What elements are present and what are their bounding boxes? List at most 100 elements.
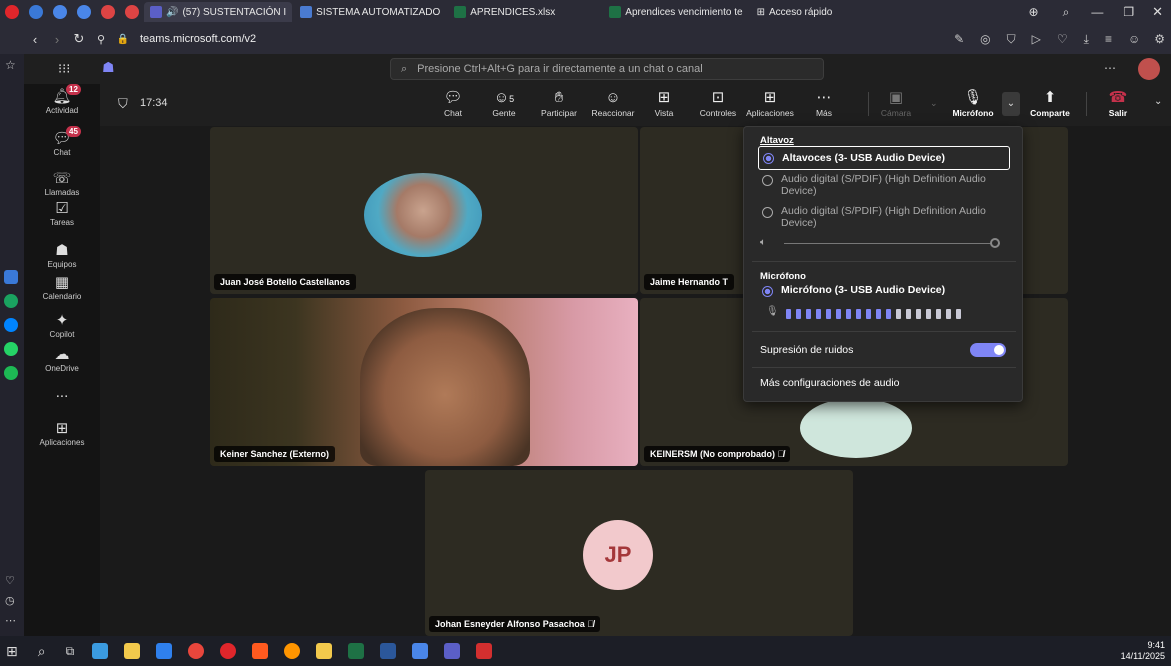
edit-icon[interactable]: ✎ bbox=[954, 32, 964, 46]
mic-options-chevron-icon[interactable]: ⌄ bbox=[1002, 92, 1020, 116]
star-icon[interactable]: ☆ bbox=[5, 58, 16, 72]
task-view-icon[interactable]: ⧉ bbox=[66, 644, 75, 659]
leave-button[interactable]: ☎︎ Salir bbox=[1098, 88, 1138, 118]
chrome-icon[interactable] bbox=[188, 643, 205, 659]
brave-icon[interactable] bbox=[252, 643, 269, 659]
more-options-icon[interactable]: ⋯ bbox=[1104, 61, 1116, 75]
mic-button[interactable]: 🎙︎ Micrófono bbox=[948, 88, 998, 118]
speaker-option-usb[interactable]: Altavoces (3- USB Audio Device) bbox=[758, 146, 1010, 170]
url-field[interactable]: teams.microsoft.com/v2 bbox=[140, 33, 256, 45]
chatgpt-icon[interactable] bbox=[4, 294, 18, 308]
speaker-option-spdif-2[interactable]: Audio digital (S/PDIF) (High Definition … bbox=[758, 205, 1010, 229]
download-icon[interactable]: ⤓ bbox=[1084, 32, 1089, 47]
speaker-option-spdif-1[interactable]: Audio digital (S/PDIF) (High Definition … bbox=[758, 173, 1010, 197]
security-icon[interactable]: ⚲ bbox=[90, 33, 112, 46]
minimize-icon[interactable]: — bbox=[1091, 5, 1103, 19]
rail-item-copilot[interactable]: ✦ Copilot bbox=[24, 312, 100, 339]
rail-item-[interactable]: ... bbox=[24, 384, 100, 402]
mic-level-bar bbox=[916, 309, 921, 319]
reload-icon[interactable]: ↻ bbox=[68, 31, 90, 47]
teams-icon[interactable] bbox=[444, 643, 461, 659]
forward-icon[interactable]: › bbox=[46, 32, 68, 47]
gmail-icon[interactable] bbox=[125, 5, 139, 19]
search-tabs-icon[interactable]: ⌕ bbox=[1063, 5, 1070, 20]
share-button[interactable]: ⬆︎ Comparte bbox=[1024, 88, 1076, 118]
camera-snap-icon[interactable]: ◎ bbox=[980, 32, 990, 46]
camera-button[interactable]: ▣ Cámara bbox=[880, 88, 912, 118]
people-button[interactable]: ☺5 Gente bbox=[486, 88, 522, 118]
workspace-icon[interactable] bbox=[29, 5, 43, 19]
store-icon[interactable] bbox=[124, 643, 141, 659]
view-button[interactable]: ⊞ Vista bbox=[650, 88, 678, 118]
participant-tile[interactable]: JP Johan Esneyder Alfonso Pasachoa 🎙̸ bbox=[425, 470, 853, 636]
participant-tile[interactable]: Keiner Sanchez (Externo) bbox=[210, 298, 638, 466]
rail-item-llamadas[interactable]: ☏ Llamadas bbox=[24, 170, 100, 197]
rail-item-equipos[interactable]: ☗ Equipos bbox=[24, 242, 100, 269]
rail-item-calendario[interactable]: ▦ Calendario bbox=[24, 274, 100, 301]
chevron-down-icon[interactable]: ⌄ bbox=[930, 98, 938, 109]
tasks-icon: ☑ bbox=[55, 200, 69, 217]
messenger-icon[interactable] bbox=[4, 318, 18, 332]
easy-setup-icon[interactable]: ≡ bbox=[1105, 32, 1112, 46]
gmail-icon[interactable] bbox=[101, 5, 115, 19]
extensions-icon[interactable]: ⚙ bbox=[1154, 32, 1165, 46]
shield-icon[interactable]: ⛉ bbox=[1007, 32, 1016, 47]
more-icon[interactable]: ⋯ bbox=[5, 614, 16, 627]
excel-icon[interactable] bbox=[348, 643, 365, 659]
opera-logo-icon[interactable] bbox=[5, 5, 19, 19]
avatar[interactable] bbox=[1138, 58, 1160, 80]
tab-acceso-rapido[interactable]: ⊞ Acceso rápido bbox=[751, 2, 839, 22]
history-icon[interactable]: ◷ bbox=[5, 594, 15, 607]
acrobat-icon[interactable] bbox=[476, 643, 493, 659]
tab-sistema[interactable]: SISTEMA AUTOMATIZADO bbox=[294, 2, 446, 22]
lock-icon: 🔒 bbox=[116, 33, 130, 45]
whatsapp-icon[interactable] bbox=[4, 342, 18, 356]
profile-icon[interactable]: ☺ bbox=[1128, 32, 1140, 46]
rail-item-chat[interactable]: 💬︎ 45 Chat bbox=[24, 126, 100, 157]
mic-option-usb[interactable]: Micrófono (3- USB Audio Device) bbox=[758, 284, 1010, 297]
search-input[interactable]: ⌕ Presione Ctrl+Alt+G para ir directamen… bbox=[390, 58, 824, 80]
rail-item-aplicaciones[interactable]: ⊞ Aplicaciones bbox=[24, 420, 100, 447]
maps-icon[interactable] bbox=[156, 643, 173, 659]
volume-slider[interactable] bbox=[784, 243, 1000, 244]
aria-icon[interactable] bbox=[4, 270, 18, 284]
new-tab-icon[interactable]: ⊕ bbox=[1029, 5, 1039, 19]
controls-button[interactable]: ⊡ Controles bbox=[696, 88, 740, 118]
windows-start-icon[interactable]: ⊞ bbox=[6, 643, 18, 660]
word-icon[interactable] bbox=[380, 643, 397, 659]
noise-suppression-toggle[interactable] bbox=[970, 343, 1006, 357]
clock[interactable]: 9:41 14/11/2025 bbox=[1121, 640, 1165, 662]
more-audio-settings-link[interactable]: Más configuraciones de audio bbox=[760, 377, 900, 389]
heart-icon[interactable]: ♡ bbox=[1057, 32, 1068, 46]
address-bar: ‹ › ↻ ⚲ 🔒 teams.microsoft.com/v2 ✎ ◎ ⛉ ▷… bbox=[0, 24, 1171, 54]
chat-button[interactable]: 💬︎ Chat bbox=[438, 88, 468, 118]
leave-options-chevron-icon[interactable]: ⌄ bbox=[1154, 96, 1162, 107]
opera-icon[interactable] bbox=[220, 643, 237, 659]
more-button[interactable]: ⋯ Más bbox=[812, 88, 836, 118]
tab-sustentacion[interactable]: 🔊 (57) SUSTENTACIÓN I bbox=[144, 2, 293, 22]
react-button[interactable]: ☺ Reaccionar bbox=[588, 88, 638, 118]
rail-item-onedrive[interactable]: ☁︎ OneDrive bbox=[24, 346, 100, 373]
heart-icon[interactable]: ♡ bbox=[5, 574, 15, 587]
firefox-icon[interactable] bbox=[284, 643, 301, 659]
volume-slider-thumb[interactable] bbox=[990, 238, 1000, 248]
participant-tile[interactable]: Juan José Botello Castellanos bbox=[210, 127, 638, 294]
workspace-icon[interactable] bbox=[53, 5, 67, 19]
tab-aprendices-vencimiento[interactable]: Aprendices vencimiento te bbox=[603, 2, 748, 22]
flow-icon[interactable]: ▷ bbox=[1032, 32, 1041, 46]
back-icon[interactable]: ‹ bbox=[24, 32, 46, 47]
raise-hand-button[interactable]: ✋︎ Participar bbox=[534, 88, 584, 118]
tab-aprendices[interactable]: APRENDICES.xlsx bbox=[448, 2, 561, 22]
edge-icon[interactable] bbox=[92, 643, 109, 659]
calculator-icon[interactable] bbox=[412, 643, 429, 659]
search-icon[interactable]: ⌕ bbox=[38, 643, 46, 660]
file-explorer-icon[interactable] bbox=[316, 643, 333, 659]
rail-item-tareas[interactable]: ☑ Tareas bbox=[24, 200, 100, 227]
apps-button[interactable]: ⊞ Aplicaciones bbox=[740, 88, 800, 118]
rail-item-actividad[interactable]: 🔔︎ 12 Actividad bbox=[24, 84, 100, 115]
app-launcher-icon[interactable]: ⁝⁝⁝ bbox=[58, 61, 70, 77]
close-icon[interactable]: ✕ bbox=[1152, 4, 1163, 20]
workspace-icon[interactable] bbox=[77, 5, 91, 19]
restore-icon[interactable]: ❐ bbox=[1123, 5, 1134, 19]
spotify-icon[interactable] bbox=[4, 366, 18, 380]
